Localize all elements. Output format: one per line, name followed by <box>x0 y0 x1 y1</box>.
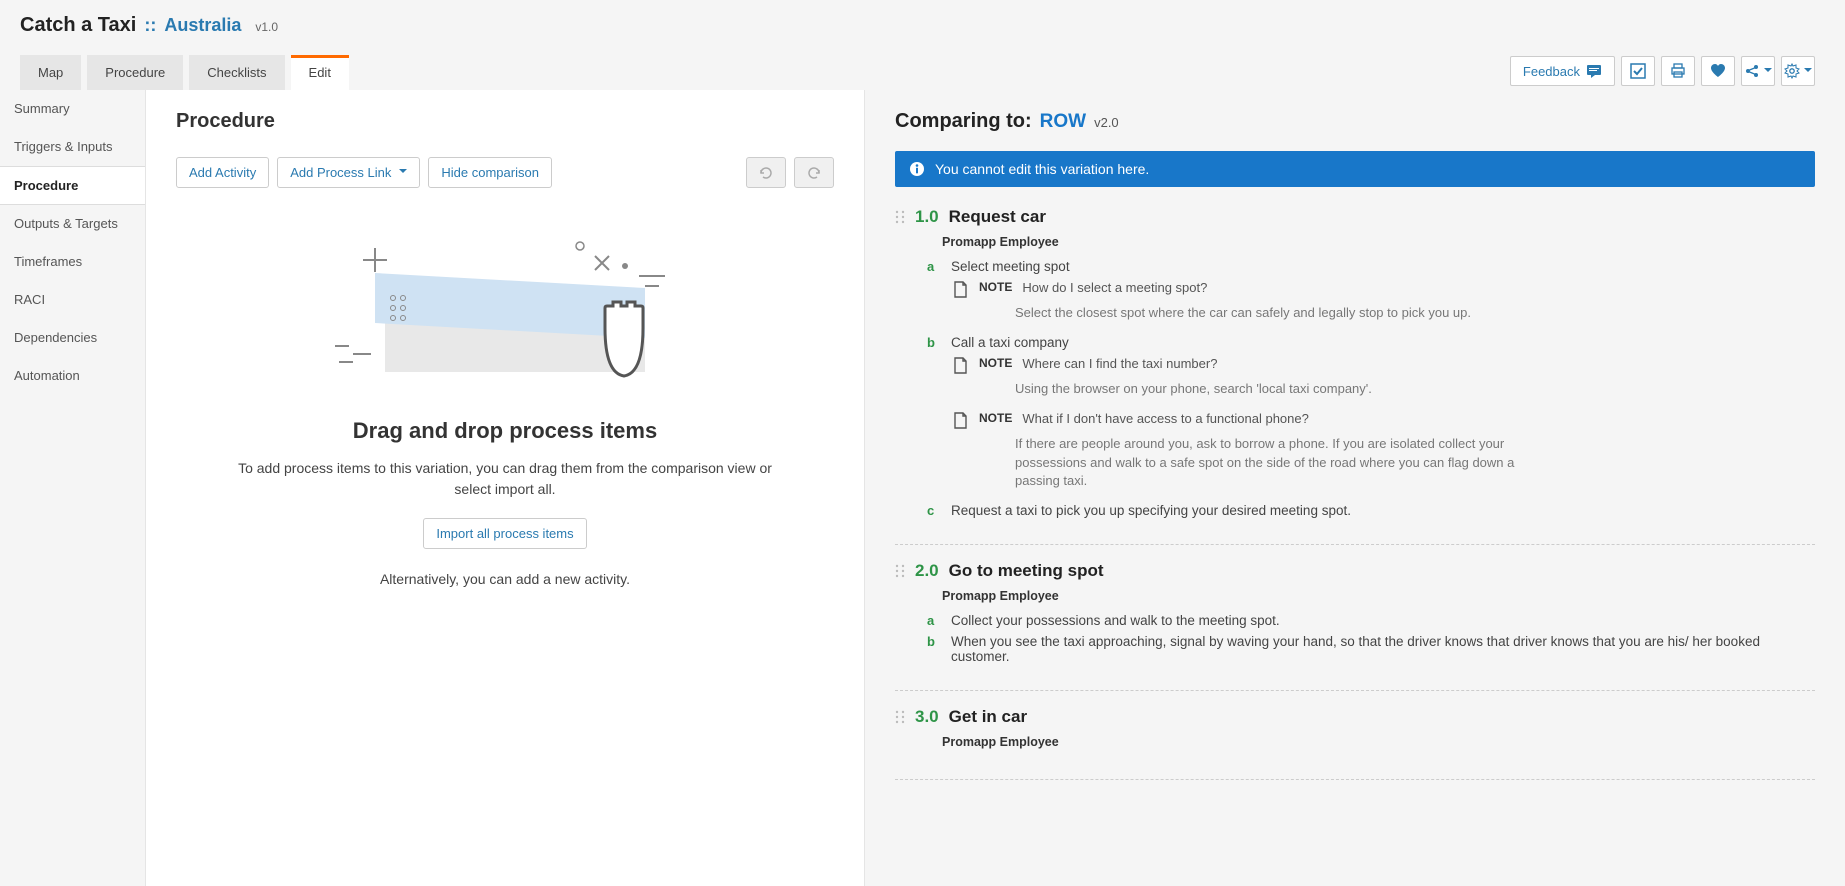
tab-map[interactable]: Map <box>20 55 81 90</box>
activity-number: 3.0 <box>915 707 939 727</box>
import-all-button[interactable]: Import all process items <box>423 518 586 549</box>
undo-icon <box>759 167 773 179</box>
tab-checklists[interactable]: Checklists <box>189 55 284 90</box>
note-label: NOTE <box>979 356 1012 370</box>
compare-version: v2.0 <box>1094 115 1119 130</box>
empty-description: To add process items to this variation, … <box>225 458 785 500</box>
activity: 3.0 Get in car Promapp Employee <box>895 707 1815 780</box>
add-process-link-button[interactable]: Add Process Link <box>277 157 420 188</box>
sidebar-item-triggers-inputs[interactable]: Triggers & Inputs <box>0 128 145 166</box>
drag-handle-icon[interactable] <box>895 710 905 724</box>
chevron-down-icon <box>1760 63 1772 79</box>
task-letter: a <box>927 613 939 628</box>
tab-bar: MapProcedureChecklistsEdit <box>20 55 349 90</box>
version-label: v1.0 <box>255 20 278 34</box>
activity-role: Promapp Employee <box>942 235 1815 249</box>
settings-button[interactable] <box>1781 56 1815 86</box>
note-icon <box>953 281 969 298</box>
approve-button[interactable] <box>1621 56 1655 86</box>
activity-number: 1.0 <box>915 207 939 227</box>
task-text: Request a taxi to pick you up specifying… <box>951 503 1815 518</box>
note-label: NOTE <box>979 280 1012 294</box>
activity-title: Go to meeting spot <box>949 561 1104 581</box>
task-row: c Request a taxi to pick you up specifyin… <box>927 503 1815 518</box>
compare-variation[interactable]: ROW <box>1040 111 1086 133</box>
task-text: Collect your possessions and walk to the… <box>951 613 1815 628</box>
note-row: NOTE Where can I find the taxi number? <box>953 356 1815 374</box>
tab-procedure[interactable]: Procedure <box>87 55 183 90</box>
drag-handle-icon[interactable] <box>895 564 905 578</box>
undo-button[interactable] <box>746 157 786 188</box>
sidebar-item-procedure[interactable]: Procedure <box>0 166 145 205</box>
task-letter: b <box>927 634 939 664</box>
chevron-down-icon <box>1800 63 1812 79</box>
note-icon <box>953 357 969 374</box>
share-icon <box>1744 63 1760 79</box>
feedback-button[interactable]: Feedback <box>1510 56 1615 86</box>
note-question: How do I select a meeting spot? <box>1022 280 1207 295</box>
sidebar-item-summary[interactable]: Summary <box>0 90 145 128</box>
empty-illustration <box>335 228 675 408</box>
note-row: NOTE How do I select a meeting spot? <box>953 280 1815 298</box>
heart-icon <box>1710 64 1726 78</box>
check-square-icon <box>1630 63 1646 79</box>
activity-title: Get in car <box>949 707 1027 727</box>
hide-comparison-button[interactable]: Hide comparison <box>428 157 552 188</box>
feedback-label: Feedback <box>1523 64 1580 79</box>
variation-name[interactable]: Australia <box>164 15 241 36</box>
chevron-down-icon <box>395 165 407 180</box>
add-activity-button[interactable]: Add Activity <box>176 157 269 188</box>
note-icon <box>953 412 969 429</box>
empty-title: Drag and drop process items <box>176 418 834 444</box>
main-heading: Procedure <box>176 110 834 133</box>
sidebar-item-raci[interactable]: RACI <box>0 281 145 319</box>
activity: 1.0 Request car Promapp Employeea Select me… <box>895 207 1815 545</box>
task-text: When you see the taxi approaching, signa… <box>951 634 1815 664</box>
sidebar-item-automation[interactable]: Automation <box>0 357 145 395</box>
note-question: What if I don't have access to a functio… <box>1022 411 1309 426</box>
sidebar-item-outputs-targets[interactable]: Outputs & Targets <box>0 205 145 243</box>
task-row: b Call a taxi company <box>927 335 1815 350</box>
gear-icon <box>1784 63 1800 79</box>
note-row: NOTE What if I don't have access to a fun… <box>953 411 1815 429</box>
sidebar: SummaryTriggers & InputsProcedureOutputs… <box>0 90 145 886</box>
task-text: Select meeting spot <box>951 259 1815 274</box>
task-text: Call a taxi company <box>951 335 1815 350</box>
compare-label: Comparing to: <box>895 110 1032 133</box>
note-answer: Using the browser on your phone, search … <box>1015 380 1555 399</box>
activity-role: Promapp Employee <box>942 589 1815 603</box>
info-icon <box>909 161 925 177</box>
task-row: a Select meeting spot <box>927 259 1815 274</box>
note-answer: If there are people around you, ask to b… <box>1015 435 1555 492</box>
redo-button[interactable] <box>794 157 834 188</box>
banner-text: You cannot edit this variation here. <box>935 161 1149 177</box>
sidebar-item-dependencies[interactable]: Dependencies <box>0 319 145 357</box>
redo-icon <box>807 167 821 179</box>
comment-icon <box>1586 64 1602 78</box>
share-button[interactable] <box>1741 56 1775 86</box>
task-letter: b <box>927 335 939 350</box>
add-process-link-label: Add Process Link <box>290 165 391 180</box>
page-title: Catch a Taxi <box>20 14 136 37</box>
drag-handle-icon[interactable] <box>895 210 905 224</box>
task-letter: c <box>927 503 939 518</box>
info-banner: You cannot edit this variation here. <box>895 151 1815 187</box>
note-answer: Select the closest spot where the car ca… <box>1015 304 1555 323</box>
note-question: Where can I find the taxi number? <box>1022 356 1217 371</box>
note-label: NOTE <box>979 411 1012 425</box>
empty-alt-text: Alternatively, you can add a new activit… <box>225 569 785 590</box>
task-letter: a <box>927 259 939 274</box>
print-button[interactable] <box>1661 56 1695 86</box>
favourite-button[interactable] <box>1701 56 1735 86</box>
print-icon <box>1670 63 1686 79</box>
activity-number: 2.0 <box>915 561 939 581</box>
activity-role: Promapp Employee <box>942 735 1815 749</box>
task-row: b When you see the taxi approaching, sign… <box>927 634 1815 664</box>
activity: 2.0 Go to meeting spot Promapp Employeea Co… <box>895 561 1815 691</box>
task-row: a Collect your possessions and walk to th… <box>927 613 1815 628</box>
sidebar-item-timeframes[interactable]: Timeframes <box>0 243 145 281</box>
separator: :: <box>144 15 156 36</box>
activity-title: Request car <box>949 207 1046 227</box>
tab-edit[interactable]: Edit <box>291 55 349 90</box>
